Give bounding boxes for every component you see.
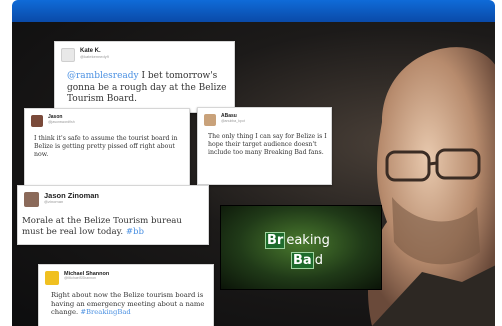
tweet-card: Michael Shannon @MichaelSShannon Right a… (38, 264, 214, 326)
tweet-card: Kate K. @katekennedy9 @ramblesready I be… (54, 41, 235, 113)
tweet-mention: @ramblesready (67, 71, 139, 81)
tweet-header: Jason @jasonswordfish (31, 114, 75, 127)
tweet-handle: @zinoman (44, 199, 64, 205)
logo-line-1: Br eaking (265, 232, 330, 249)
tweet-header: Jason Zinoman @zinoman (24, 191, 99, 207)
logo-line-2: Ba d (291, 252, 323, 269)
avatar (24, 192, 39, 207)
tweet-hashtag: #BreakingBad (80, 308, 131, 317)
screenshot-frame: Kate K. @katekennedy9 @ramblesready I be… (0, 0, 502, 326)
avatar (204, 114, 216, 126)
tweet-card: ABasu @anubba_kpot The only thing I can … (197, 107, 332, 185)
tweet-header: Michael Shannon @MichaelSShannon (45, 271, 109, 285)
tweet-text: I think it's safe to assume the tourist … (34, 135, 178, 158)
tweet-handle: @jasonswordfish (48, 119, 75, 124)
tweet-card: Jason @jasonswordfish I think it's safe … (24, 108, 190, 186)
tweet-text: Morale at the Belize Tourism bureau must… (22, 216, 182, 237)
tweet-header: Kate K. @katekennedy9 (61, 48, 109, 62)
tweet-hashtag: #bb (125, 227, 145, 237)
tweet-text: The only thing I can say for Belize is I… (208, 133, 327, 156)
avatar (61, 48, 75, 62)
tweet-handle: @anubba_kpot (221, 118, 245, 123)
logo-element-br: Br (265, 232, 286, 249)
tweet-text: @ramblesready I bet tomorrow's gonna be … (67, 71, 227, 105)
tweet-card: Jason Zinoman @zinoman Morale at the Bel… (17, 185, 209, 245)
logo-element-ba: Ba (291, 252, 314, 269)
tweet-collage: Kate K. @katekennedy9 @ramblesready I be… (12, 22, 495, 326)
avatar (31, 115, 43, 127)
tweet-handle: @katekennedy9 (80, 53, 109, 59)
tweet-header: ABasu @anubba_kpot (204, 113, 245, 126)
breaking-bad-logo: Br eaking Ba d (220, 205, 382, 290)
tweet-text: Right about now the Belize tourism board… (51, 291, 205, 317)
top-bar (12, 0, 495, 22)
avatar (45, 271, 59, 285)
tweet-handle: @MichaelSShannon (64, 276, 96, 281)
